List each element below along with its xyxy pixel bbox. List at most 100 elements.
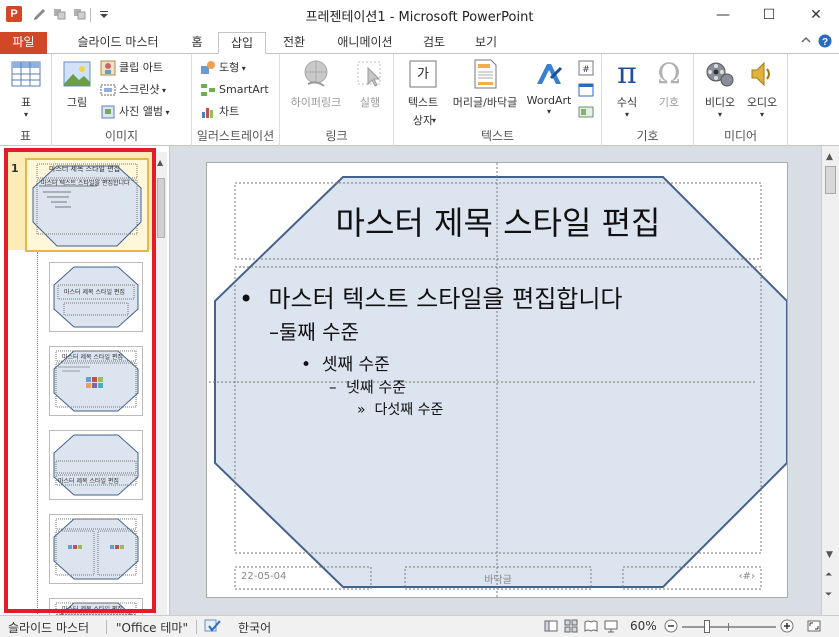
dash-icon: – [269,320,279,344]
group-label-links: 링크 [325,129,348,143]
scroll-up-icon[interactable]: ▲ [826,152,833,162]
tab-view[interactable]: 보기 [468,32,504,54]
zoom-slider-thumb[interactable] [704,620,710,633]
textbox-label-2: 상자 [412,114,434,127]
date-time-button[interactable] [578,80,596,100]
smartart-button[interactable]: SmartArt [200,80,269,100]
reading-view-icon[interactable] [584,619,598,636]
picture-button[interactable]: 그림 [58,58,96,110]
slide-number-button[interactable]: # [578,58,596,78]
thumbnail-slide-master[interactable]: 마스터 제목 스타일 편집 마스터 텍스트 스타일을 편집합니다 [25,158,149,252]
scroll-down-icon[interactable]: ▼ [826,550,833,560]
group-text: 가 텍스트 상자 ▾ 머리글/바닥글 WordArt ▾ # 텍스트 [394,54,602,146]
tab-home[interactable]: 홈 [184,32,210,54]
close-button[interactable]: ✕ [793,0,839,30]
svg-text:?: ? [822,37,828,48]
spellcheck-icon[interactable] [204,619,222,636]
thumbnail-layout-section[interactable]: 마스터 제목 스타일 편집 [49,430,143,500]
body-level-4[interactable]: – 넷째 수준 [329,376,406,397]
symbol-button[interactable]: Ω 기호 [650,58,688,110]
thumbnail-layout-comparison[interactable]: 마스터 제목 스타일 편집 [49,598,143,615]
equation-button[interactable]: π 수식 ▾ [608,58,646,120]
dropdown-arrow-icon: ▾ [162,108,170,117]
video-label: 비디오 [704,96,736,109]
object-button[interactable] [578,102,596,122]
header-footer-button[interactable]: 머리글/바닥글 [446,58,524,110]
group-links: 하이퍼링크 실행 링크 [280,54,394,146]
tab-animations[interactable]: 애니메이션 [328,32,402,54]
status-separator [106,620,107,634]
scroll-thumb[interactable] [157,178,165,238]
tab-file[interactable]: 파일 [0,32,47,54]
thumbnail-number: 1 [11,162,19,175]
video-button[interactable]: 비디오 ▾ [700,58,740,119]
zoom-in-icon[interactable] [780,619,794,636]
footer-date[interactable]: 22-05-04 [241,571,286,582]
textbox-button[interactable]: 가 텍스트 상자 ▾ [400,58,446,128]
slideshow-icon[interactable] [604,619,618,636]
photo-album-button[interactable]: 사진 앨범 ▾ [100,102,170,122]
hyperlink-label: 하이퍼링크 [290,96,342,109]
table-button[interactable]: 표 ▾ [8,58,44,119]
minimize-button[interactable]: — [700,0,746,30]
globe-icon [300,58,332,90]
thumbnail-layout-title-content[interactable]: 마스터 제목 스타일 편집 [49,346,143,416]
date-time-icon [578,82,594,98]
scroll-up-icon[interactable]: ▲ [157,158,163,167]
chart-button[interactable]: 차트 [200,102,239,122]
body-level-1[interactable]: • 마스터 텍스트 스타일을 편집합니다 [239,279,623,314]
ribbon-collapse-icon[interactable] [800,34,812,49]
action-button[interactable]: 실행 [352,58,388,110]
footer-text[interactable]: 바닥글 [405,571,591,586]
previous-slide-icon[interactable]: ⏶ [825,570,832,580]
zoom-out-icon[interactable] [664,619,678,636]
shapes-label: 도형 [219,61,240,74]
clipart-button[interactable]: 클립 아트 [100,58,163,78]
group-media: 비디오 ▾ 오디오 ▾ 미디어 [694,54,788,146]
screenshot-icon [100,82,116,98]
fit-to-window-icon[interactable] [806,619,822,636]
hyperlink-button[interactable]: 하이퍼링크 [286,58,346,110]
tab-insert[interactable]: 삽입 [218,32,266,54]
wordart-label: WordArt [526,94,572,107]
body-level-3-text: 셋째 수준 [321,355,390,375]
tab-transitions[interactable]: 전환 [276,32,312,54]
photo-album-icon [100,104,116,120]
screenshot-button[interactable]: 스크린샷 ▾ [100,80,166,100]
dropdown-arrow-icon: ▾ [717,110,722,119]
slide-title[interactable]: 마스터 제목 스타일 편집 [235,185,761,261]
thumbnail-layout-title[interactable]: 마스터 제목 스타일 편집 [49,262,143,332]
next-slide-icon[interactable]: ⏷ [825,590,832,600]
slide-sorter-icon[interactable] [564,619,578,636]
thumbnail-list[interactable]: 1 마스터 제목 스타일 편집 마스터 텍스트 스타일을 편집합니다 마스터 제… [5,152,153,615]
wordart-button[interactable]: WordArt ▾ [524,58,574,116]
slide-vertical-scrollbar[interactable]: ▲ ▼ ⏶ ⏷ [821,146,839,615]
thumbnail-title: 마스터 제목 스타일 편집 [64,289,125,296]
dash-icon: – [329,378,337,396]
film-reel-icon [704,58,736,90]
audio-label: 오디오 [746,96,778,109]
maximize-button[interactable]: ☐ [746,0,792,30]
tab-slide-master[interactable]: 슬라이드 마스터 [66,32,170,54]
group-label-images: 이미지 [104,129,139,143]
wordart-icon [533,58,565,90]
shapes-button[interactable]: 도형 ▾ [200,58,246,78]
normal-view-icon[interactable] [544,619,558,636]
thumbnail-layout-two-content[interactable] [49,514,143,584]
body-level-2[interactable]: –둘째 수준 [269,316,359,345]
slide-canvas[interactable]: 마스터 제목 스타일 편집 • 마스터 텍스트 스타일을 편집합니다 –둘째 수… [206,162,788,598]
scroll-thumb[interactable] [825,166,836,194]
group-images: 그림 클립 아트 스크린샷 ▾ 사진 앨범 ▾ 이미지 [52,54,192,146]
zoom-level[interactable]: 60% [630,619,657,633]
thumbnail-body: 마스터 텍스트 스타일을 편집합니다 [41,180,130,187]
body-level-5[interactable]: » 다섯째 수준 [357,399,443,419]
body-level-3[interactable]: • 셋째 수준 [301,350,390,375]
audio-button[interactable]: 오디오 ▾ [742,58,782,119]
tab-review[interactable]: 검토 [416,32,452,54]
thumbnail-scrollbar[interactable]: ▲ [154,152,167,615]
help-icon[interactable]: ? [818,34,832,51]
group-label-media: 미디어 [723,129,758,143]
footer-slide-number[interactable]: ‹#› [623,571,755,582]
zoom-slider[interactable] [682,620,776,633]
status-language[interactable]: 한국어 [238,619,271,636]
